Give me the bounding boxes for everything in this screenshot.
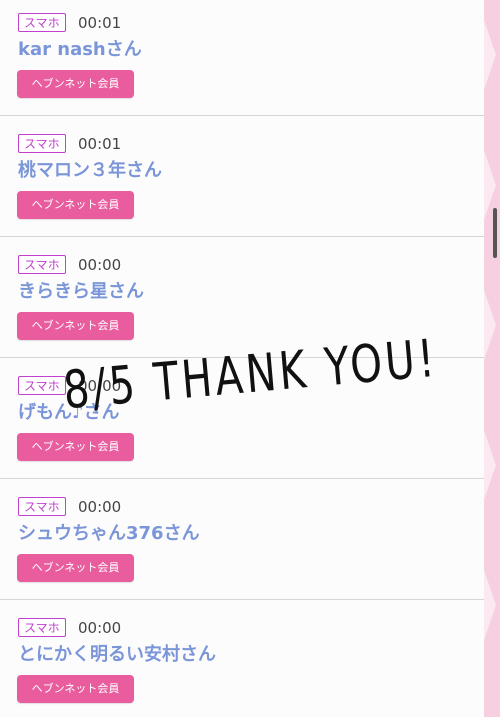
member-button[interactable]: ヘブンネット会員 — [17, 554, 134, 582]
list-item[interactable]: スマホ 00:01 桃マロン３年さん ヘブンネット会員 — [0, 117, 484, 237]
device-badge: スマホ — [18, 255, 66, 274]
member-button[interactable]: ヘブンネット会員 — [17, 312, 134, 340]
member-button[interactable]: ヘブンネット会員 — [17, 70, 134, 98]
visit-time: 00:00 — [78, 619, 122, 637]
list-item[interactable]: スマホ 00:00 シュウちゃん376さん ヘブンネット会員 — [0, 480, 484, 600]
device-badge: スマホ — [18, 376, 66, 395]
member-button[interactable]: ヘブンネット会員 — [17, 675, 134, 703]
visit-time: 00:00 — [78, 256, 122, 274]
visitor-name-link[interactable]: げもん♪さん — [18, 400, 120, 426]
list-item[interactable]: スマホ 00:00 げもん♪さん ヘブンネット会員 — [0, 359, 484, 479]
member-button[interactable]: ヘブンネット会員 — [17, 433, 134, 461]
member-button[interactable]: ヘブンネット会員 — [17, 191, 134, 219]
visit-time: 00:01 — [78, 14, 122, 32]
visit-time: 00:00 — [78, 377, 122, 395]
device-badge: スマホ — [18, 13, 66, 32]
visitor-name-link[interactable]: シュウちゃん376さん — [18, 521, 200, 547]
device-badge: スマホ — [18, 497, 66, 516]
visitor-list: スマホ 00:01 kar nashさん ヘブンネット会員 スマホ 00:01 … — [0, 0, 484, 717]
visitor-name-link[interactable]: きらきら星さん — [18, 279, 144, 305]
list-item[interactable]: スマホ 00:00 とにかく明るい安村さん ヘブンネット会員 — [0, 601, 484, 717]
visit-time: 00:00 — [78, 498, 122, 516]
visitor-name-link[interactable]: 桃マロン３年さん — [18, 158, 162, 184]
visit-time: 00:01 — [78, 135, 122, 153]
device-badge: スマホ — [18, 618, 66, 637]
decorative-sidebar — [484, 0, 500, 717]
visitor-name-link[interactable]: とにかく明るい安村さん — [18, 642, 216, 668]
list-item[interactable]: スマホ 00:01 kar nashさん ヘブンネット会員 — [0, 0, 484, 116]
list-item[interactable]: スマホ 00:00 きらきら星さん ヘブンネット会員 — [0, 238, 484, 358]
scrollbar-thumb[interactable] — [493, 208, 497, 258]
zigzag-pattern-icon — [484, 20, 496, 640]
visitor-name-link[interactable]: kar nashさん — [18, 37, 142, 63]
device-badge: スマホ — [18, 134, 66, 153]
